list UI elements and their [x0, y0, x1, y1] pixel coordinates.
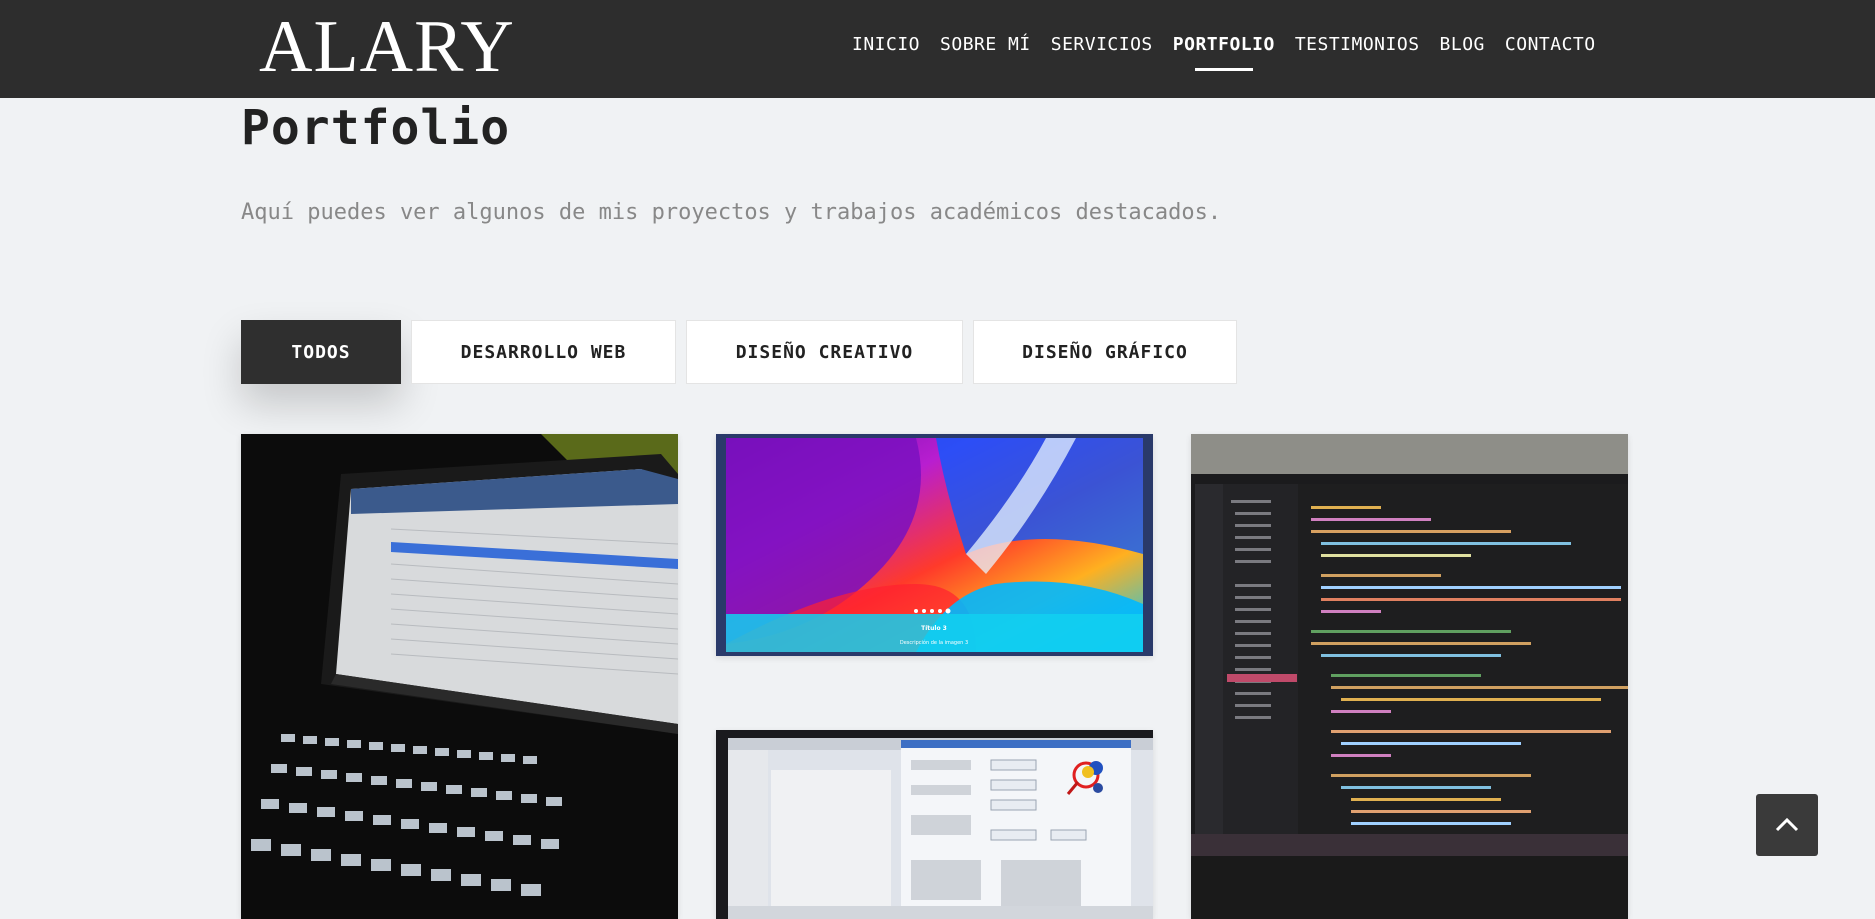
colorful-swirl-image: Título 3 Descripción de la imagen 3 [716, 434, 1153, 656]
nav-link-testimonios[interactable]: TESTIMONIOS [1295, 34, 1420, 55]
portfolio-item-code-editor[interactable] [1191, 434, 1628, 919]
back-to-top-button[interactable] [1756, 794, 1818, 856]
portfolio-filters: TODOS DESARROLLO WEB DISEÑO CREATIVO DIS… [241, 320, 1237, 384]
nav-link-contacto[interactable]: CONTACTO [1505, 34, 1596, 55]
portfolio-item-laptop-keyboard[interactable] [241, 434, 678, 919]
carousel-caption-text: Descripción de la imagen 3 [900, 639, 968, 646]
laptop-keyboard-image [241, 434, 678, 919]
chevron-up-icon [1775, 817, 1799, 832]
filter-todos-button[interactable]: TODOS [241, 320, 401, 384]
portfolio-item-desktop-form-app[interactable] [716, 730, 1153, 919]
code-editor-image [1191, 434, 1628, 919]
page-subtitle: Aquí puedes ver algunos de mis proyectos… [241, 200, 1222, 225]
nav-link-portfolio[interactable]: PORTFOLIO [1173, 34, 1275, 71]
nav-link-inicio[interactable]: INICIO [852, 34, 920, 55]
filter-diseno-grafico-button[interactable]: DISEÑO GRÁFICO [973, 320, 1237, 384]
nav-link-blog[interactable]: BLOG [1440, 34, 1485, 55]
navbar: ALARY INICIO SOBRE MÍ SERVICIOS PORTFOLI… [0, 0, 1875, 98]
carousel-caption-title: Título 3 [921, 625, 947, 632]
main-nav: INICIO SOBRE MÍ SERVICIOS PORTFOLIO TEST… [852, 34, 1596, 71]
logo[interactable]: ALARY [259, 4, 515, 90]
nav-link-sobre-mi[interactable]: SOBRE MÍ [940, 34, 1031, 55]
page-title: Portfolio [241, 100, 511, 156]
filter-diseno-creativo-button[interactable]: DISEÑO CREATIVO [686, 320, 963, 384]
portfolio-item-colorful-swirl[interactable]: Título 3 Descripción de la imagen 3 [716, 434, 1153, 656]
nav-link-servicios[interactable]: SERVICIOS [1051, 34, 1153, 55]
desktop-form-app-image [716, 730, 1153, 919]
filter-desarrollo-web-button[interactable]: DESARROLLO WEB [411, 320, 676, 384]
